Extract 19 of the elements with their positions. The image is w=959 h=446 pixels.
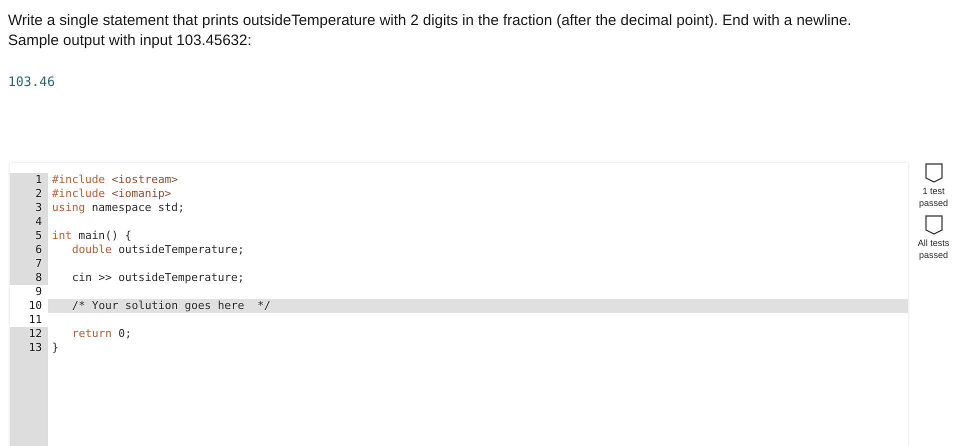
code-line: int main() { [51, 229, 132, 243]
code-editor[interactable]: 1 2 3 4 5 6 7 8 9 10 11 12 13 #include <iostream> #include <iomanip> using namespace std; int main() { double outsideTemperature; cin >> outsideTemperature; /* Your solution goes here */ return 0; } [10, 163, 908, 446]
line-number: 10 [10, 299, 48, 313]
test-badge-icon [924, 163, 942, 183]
sample-output: 103.46 [8, 75, 56, 90]
code-line: double outsideTemperature; [71, 243, 246, 257]
code-line: } [51, 341, 60, 355]
code-line: using namespace std; [51, 201, 186, 215]
line-number: 9 [10, 285, 48, 299]
instruction-text: Write a single statement that prints outsideTemperature with 2 digits in the fraction (after the decimal point). End with a newline. [8, 11, 852, 31]
line-number: 11 [10, 313, 48, 327]
code-line: cin >> outsideTemperature; [71, 271, 246, 285]
code-line: #include <iostream> [51, 173, 179, 187]
test-badge-icon [924, 215, 942, 235]
test-status-label: All tests passed [916, 237, 950, 261]
code-line: return 0; [71, 327, 133, 341]
instruction-text: Sample output with input 103.45632: [8, 31, 253, 51]
code-line: #include <iomanip> [51, 187, 172, 201]
test-status-label: 1 test passed [918, 185, 950, 209]
